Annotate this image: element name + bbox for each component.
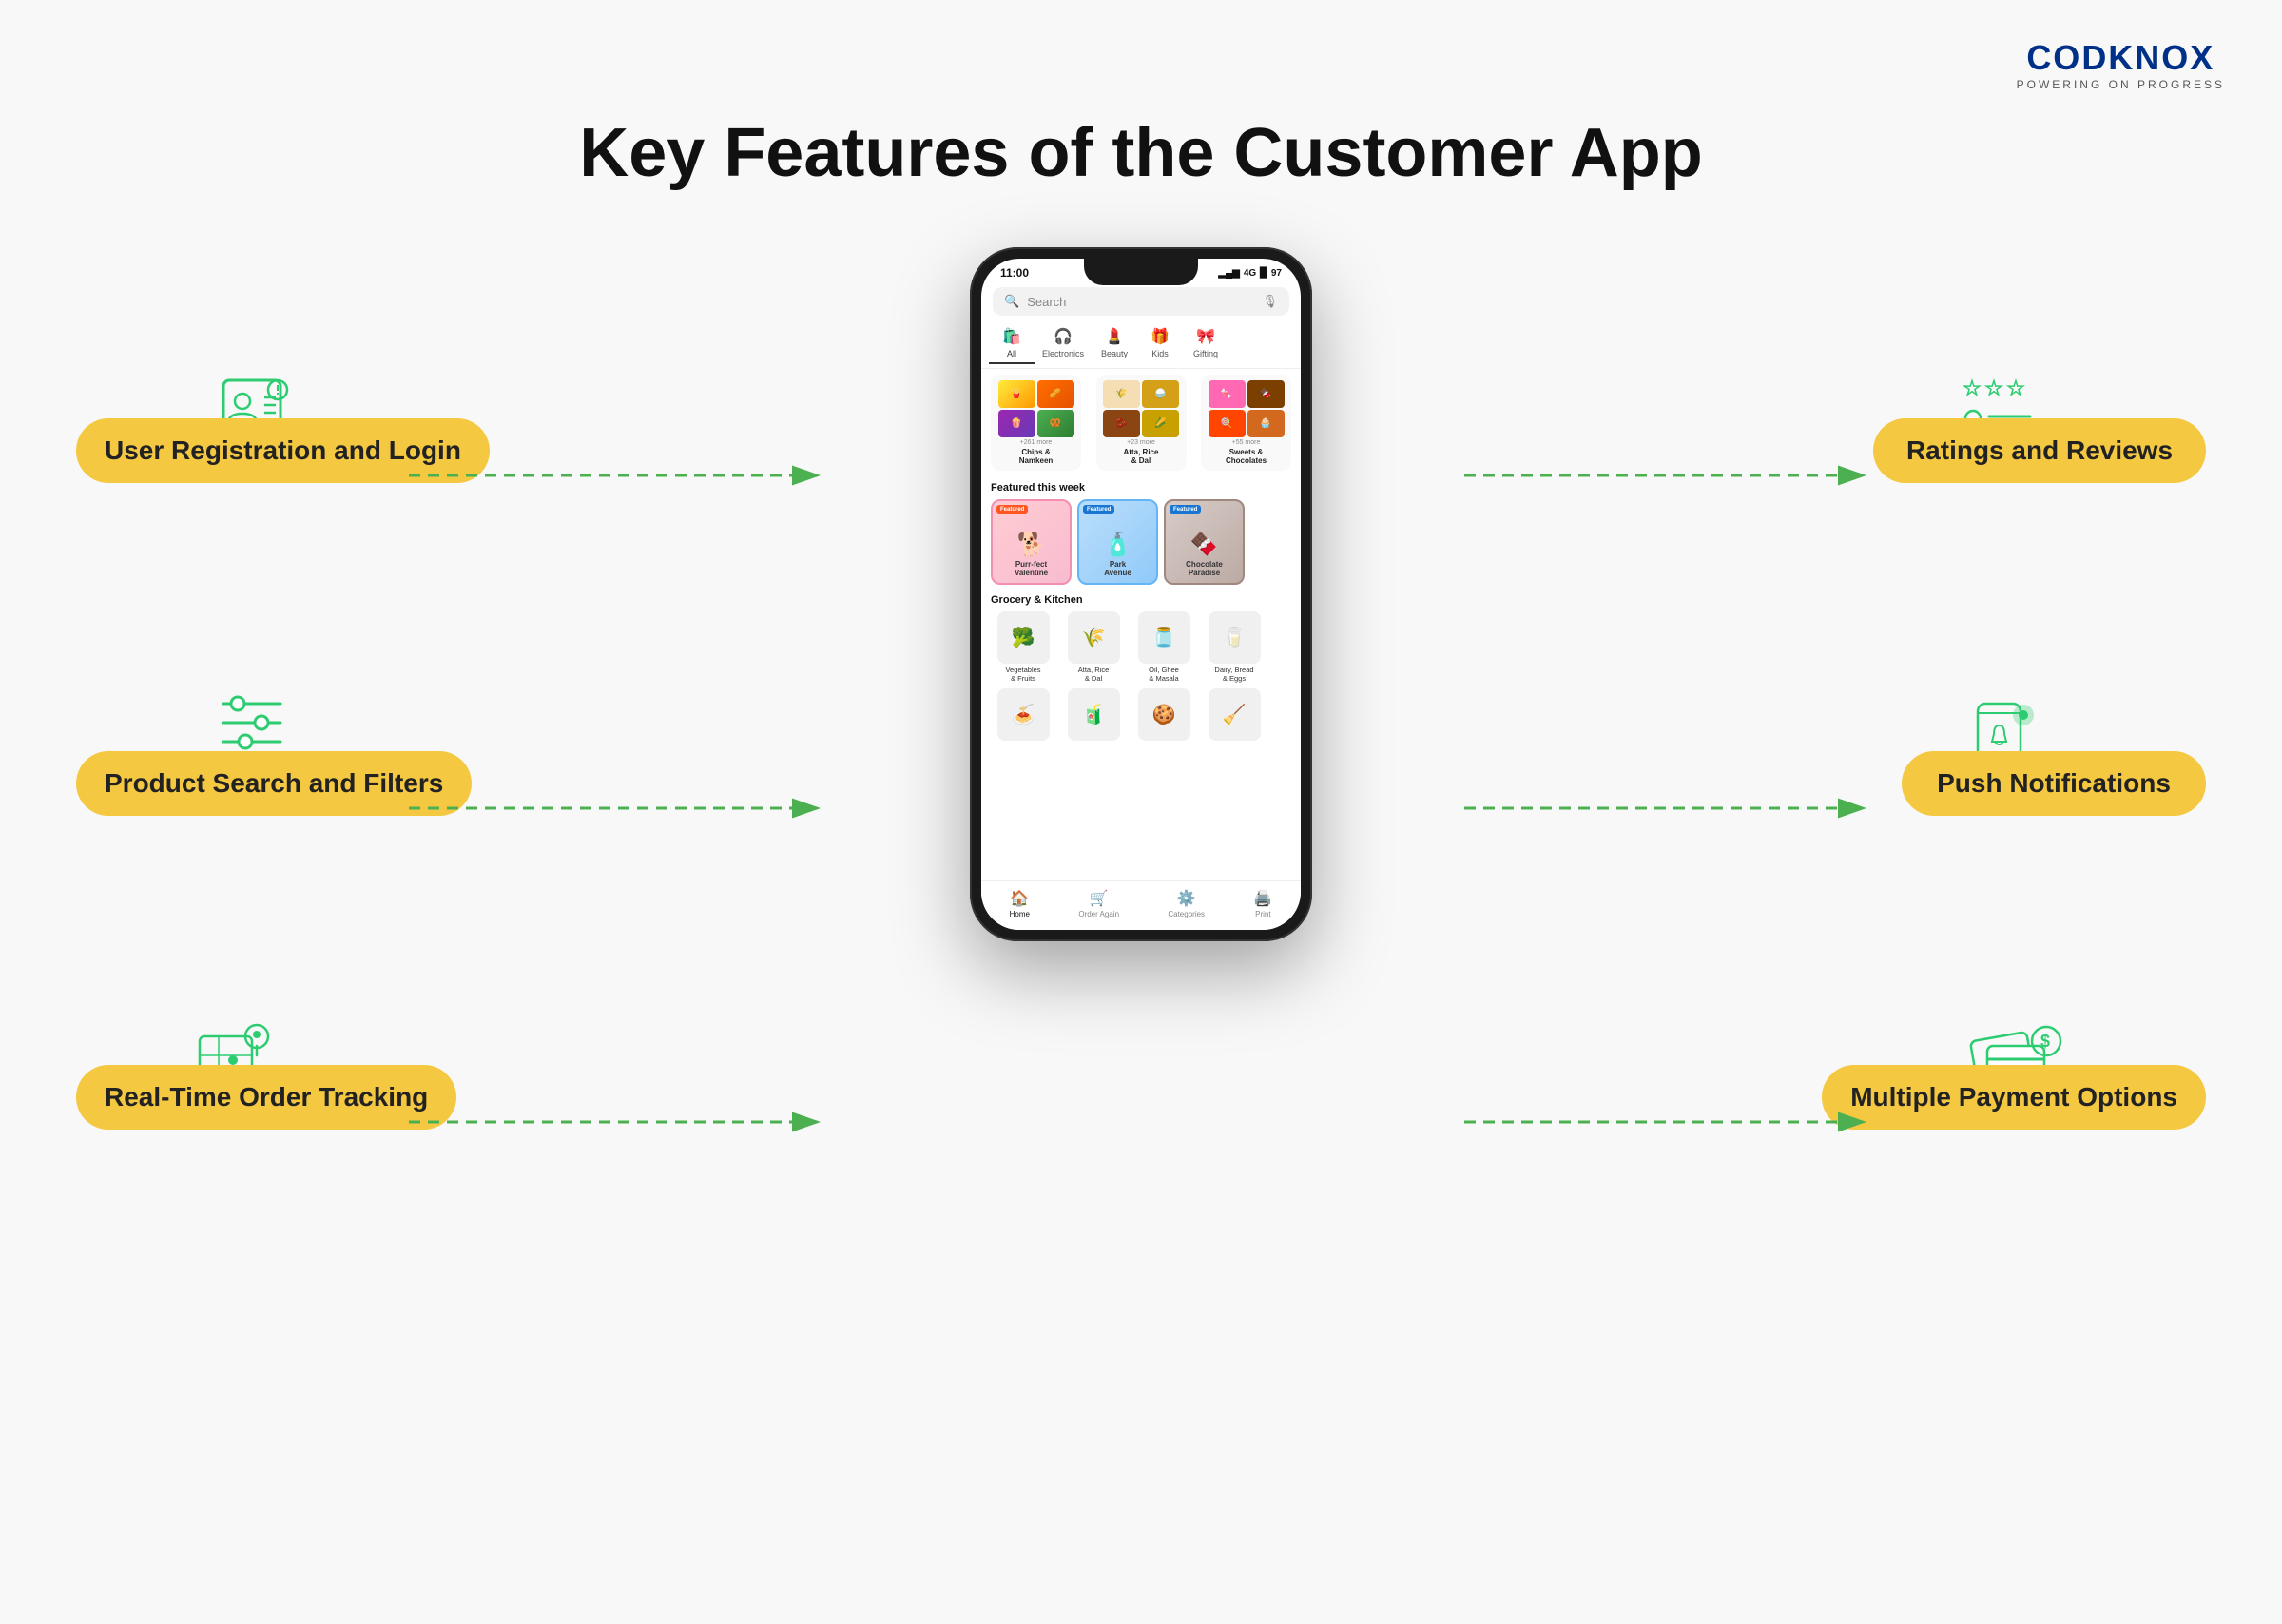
featured-card-park-avenue[interactable]: Featured 🧴 ParkAvenue [1077, 499, 1158, 585]
logo: CODKNOX POWERING ON PROGRESS [2017, 38, 2225, 91]
status-icons: ▂▄▆ 4G ▉ 97 [1218, 268, 1282, 279]
logo-text: CODKNOX [2026, 38, 2214, 78]
page-title: Key Features of the Customer App [0, 114, 2282, 192]
featured-card-valentine[interactable]: Featured 🐕 Purr-fectValentine [991, 499, 1072, 585]
filter-sliders-icon [209, 685, 295, 761]
tab-all[interactable]: 🛍️ All [989, 323, 1035, 364]
featured-cards: Featured 🐕 Purr-fectValentine Featured 🧴… [991, 499, 1291, 585]
featured-section: Featured this week Featured 🐕 Purr-fectV… [981, 476, 1301, 590]
grocery-more-4[interactable]: 🧹 [1202, 688, 1267, 741]
svg-text:$: $ [2040, 1032, 2050, 1051]
grocery-more-2[interactable]: 🧃 [1061, 688, 1126, 741]
logo-subtitle: POWERING ON PROGRESS [2017, 78, 2225, 91]
push-notifications-label: Push Notifications [1902, 751, 2206, 816]
featured-card-chocolate[interactable]: Featured 🍫 ChocolateParadise [1164, 499, 1245, 585]
battery-icon: ▉ [1260, 268, 1267, 279]
filter-icon-container [209, 685, 295, 761]
grocery-dairy[interactable]: 🥛 Dairy, Bread& Eggs [1202, 611, 1267, 683]
nav-categories[interactable]: ⚙️ Categories [1168, 889, 1205, 918]
svg-text:★: ★ [1985, 378, 2002, 399]
grocery-more-3[interactable]: 🍪 [1131, 688, 1196, 741]
search-icon: 🔍 [1004, 294, 1019, 309]
tab-beauty[interactable]: 💄 Beauty [1092, 323, 1137, 364]
realtime-tracking-label: Real-Time Order Tracking [76, 1065, 456, 1130]
phone-notch [1084, 259, 1198, 285]
mic-icon: 🎙 [1262, 294, 1278, 309]
grocery-vegetables[interactable]: 🥦 Vegetables& Fruits [991, 611, 1055, 683]
phone-mockup: 11:00 ▂▄▆ 4G ▉ 97 🔍 Search 🎙 🛍️ All [970, 247, 1312, 941]
tab-kids[interactable]: 🎁 Kids [1137, 323, 1183, 364]
nav-home[interactable]: 🏠 Home [1010, 889, 1030, 918]
ratings-reviews-label: Ratings and Reviews [1873, 418, 2206, 483]
grocery-oil[interactable]: 🫙 Oil, Ghee& Masala [1131, 611, 1196, 683]
battery-level: 97 [1271, 268, 1282, 279]
svg-text:★: ★ [2007, 378, 2024, 399]
grocery-cards: 🥦 Vegetables& Fruits 🌾 Atta, Rice& Dal 🫙… [991, 611, 1291, 683]
product-search-label: Product Search and Filters [76, 751, 472, 816]
tab-gifting[interactable]: 🎀 Gifting [1183, 323, 1228, 364]
search-bar[interactable]: 🔍 Search 🎙 [993, 287, 1289, 316]
svg-text:★: ★ [1963, 378, 1981, 399]
grocery-more-1[interactable]: 🍝 [991, 688, 1055, 741]
category-tabs: 🛍️ All 🎧 Electronics 💄 Beauty 🎁 Kids 🎀 [981, 319, 1301, 369]
payment-options-label: Multiple Payment Options [1822, 1065, 2206, 1130]
nav-print[interactable]: 🖨️ Print [1253, 889, 1272, 918]
bottom-nav: 🏠 Home 🛒 Order Again ⚙️ Categories 🖨️ Pr… [981, 880, 1301, 930]
grocery-atta[interactable]: 🌾 Atta, Rice& Dal [1061, 611, 1126, 683]
featured-title: Featured this week [991, 482, 1291, 493]
grocery-title: Grocery & Kitchen [991, 594, 1291, 606]
products-section: 🍟 🥜 🍿 🥨 +261 more Chips &Namkeen 🌾 🍚 🫘 🌽 [981, 369, 1301, 476]
status-time: 11:00 [1000, 266, 1029, 280]
user-registration-label: User Registration and Login [76, 418, 490, 483]
product-sweets[interactable]: 🍬 🍫 🍭 🧁 +55 more Sweets &Chocolates [1201, 375, 1291, 471]
tab-electronics[interactable]: 🎧 Electronics [1035, 323, 1092, 364]
nav-order-again[interactable]: 🛒 Order Again [1078, 889, 1119, 918]
search-placeholder: Search [1027, 295, 1254, 309]
product-chips[interactable]: 🍟 🥜 🍿 🥨 +261 more Chips &Namkeen [991, 375, 1081, 471]
grocery-section: Grocery & Kitchen 🥦 Vegetables& Fruits 🌾… [981, 590, 1301, 744]
network-type: 4G [1244, 268, 1256, 279]
signal-icon: ▂▄▆ [1218, 268, 1239, 279]
product-atta[interactable]: 🌾 🍚 🫘 🌽 +23 more Atta, Rice& Dal [1096, 375, 1187, 471]
